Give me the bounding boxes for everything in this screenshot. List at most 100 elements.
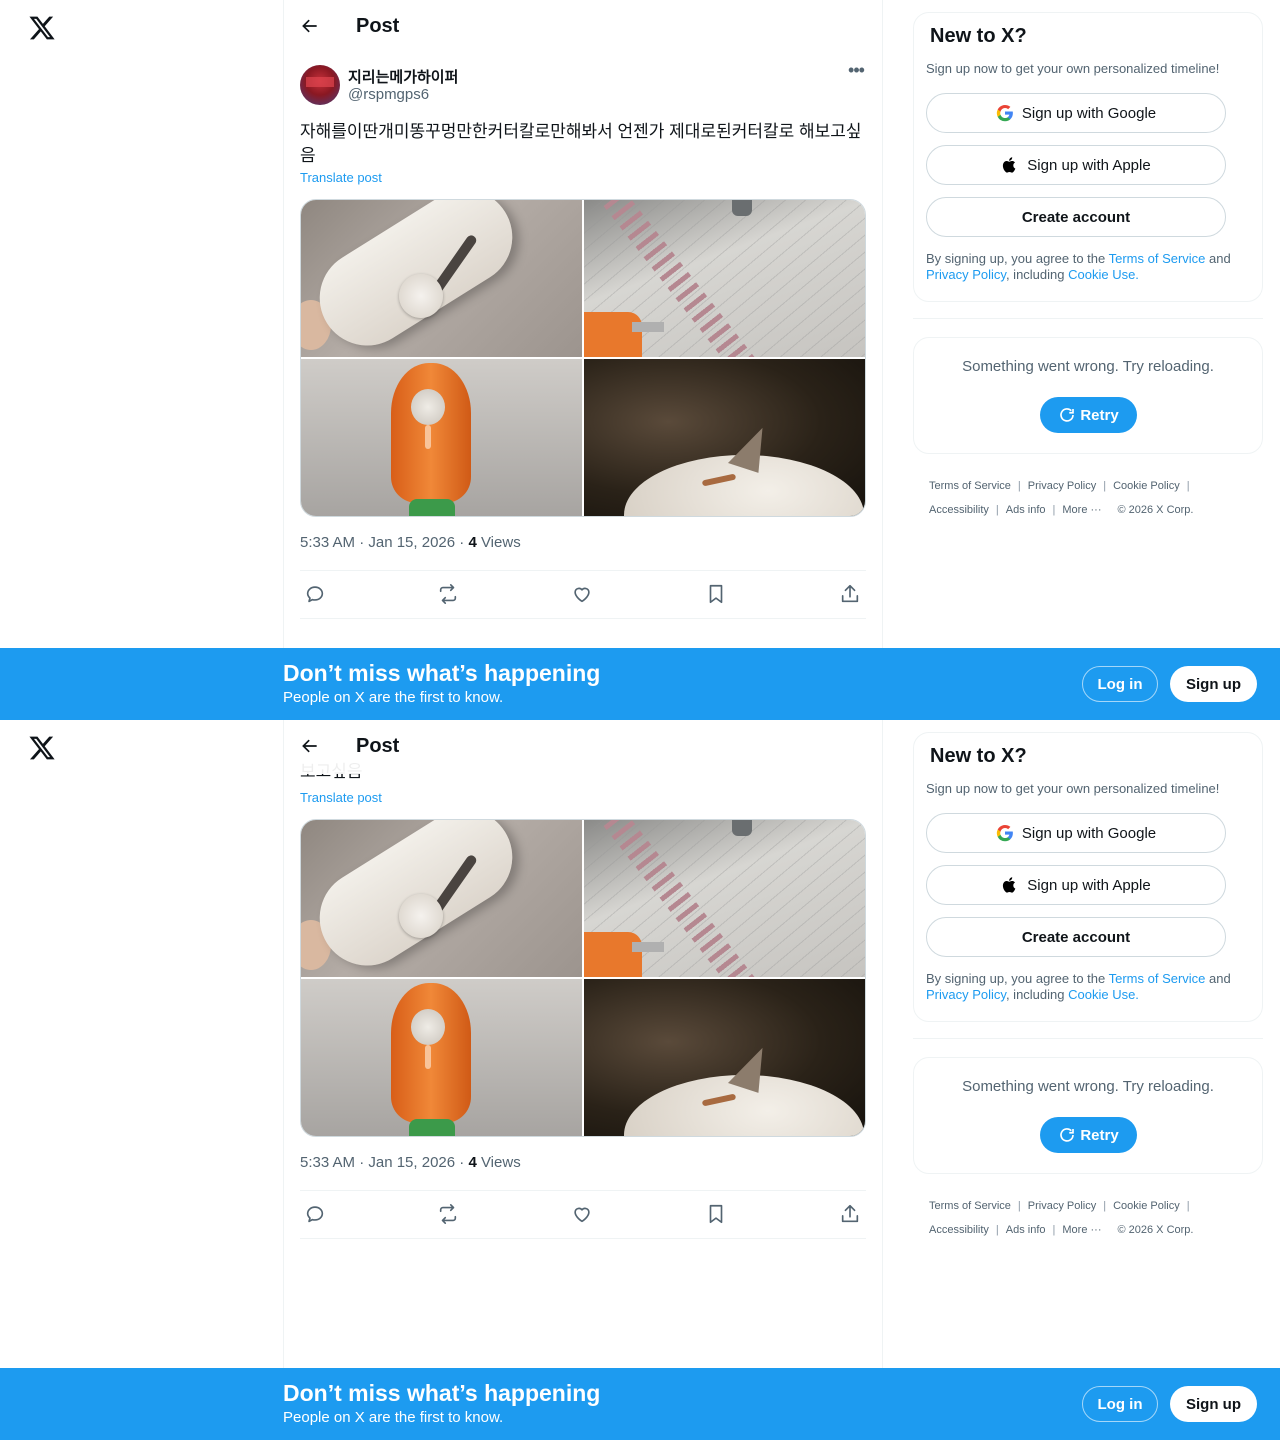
post-photo-1[interactable] (301, 820, 582, 977)
post-header: Post (284, 720, 882, 774)
banner-title: Don’t miss what’s happening (283, 1380, 601, 1406)
apple-icon (1001, 156, 1019, 174)
footer-terms[interactable]: Terms of Service (929, 480, 1011, 492)
refresh-icon (1060, 1128, 1075, 1142)
post-time[interactable]: 5:33 AM · Jan 15, 2026 · (300, 534, 468, 551)
reply-icon[interactable] (304, 1203, 326, 1225)
signup-subtitle: Sign up now to get your own personalized… (926, 781, 1220, 796)
retry-button[interactable]: Retry (1040, 1117, 1137, 1153)
reply-icon[interactable] (304, 583, 326, 605)
signup-card: New to X? Sign up now to get your own pe… (913, 12, 1263, 302)
google-icon (996, 104, 1014, 122)
post-photo-4[interactable] (584, 979, 865, 1136)
copyright: © 2026 X Corp. (1117, 504, 1194, 516)
author-handle[interactable]: @rspmgps6 (348, 86, 429, 103)
primary-column: Post 보고싶음 Translate post 5:33 AM · Jan (283, 720, 883, 1368)
footer-more[interactable]: More ··· (1062, 1224, 1101, 1236)
like-icon[interactable] (571, 583, 593, 605)
share-icon[interactable] (839, 1203, 861, 1225)
divider (300, 1238, 866, 1239)
more-horizontal-icon[interactable]: ••• (846, 61, 866, 84)
footer-privacy[interactable]: Privacy Policy (1028, 480, 1096, 492)
avatar[interactable] (300, 65, 340, 105)
login-button[interactable]: Log in (1082, 1386, 1158, 1422)
create-account-button[interactable]: Create account (926, 917, 1226, 957)
error-message: Something went wrong. Try reloading. (962, 358, 1214, 375)
legal-and: and (1205, 251, 1231, 266)
media-grid (300, 819, 866, 1137)
post-photo-2[interactable] (584, 820, 865, 977)
primary-column: Post 지리는메가하이퍼 @rspmgps6 ••• 자해를이딴개미똥꾸멍만한… (283, 0, 883, 720)
retry-label: Retry (1080, 1126, 1119, 1144)
legal-prefix: By signing up, you agree to the (926, 251, 1109, 266)
post-photo-2[interactable] (584, 200, 865, 357)
footer-accessibility[interactable]: Accessibility (929, 504, 989, 516)
footer-accessibility[interactable]: Accessibility (929, 1224, 989, 1236)
login-banner: Don’t miss what’s happening People on X … (0, 1368, 1280, 1440)
retry-label: Retry (1080, 406, 1119, 424)
footer-ads[interactable]: Ads info (1006, 1224, 1046, 1236)
apple-signup-button[interactable]: Sign up with Apple (926, 865, 1226, 905)
like-icon[interactable] (571, 1203, 593, 1225)
terms-link[interactable]: Terms of Service (1109, 251, 1206, 266)
banner-subtitle: People on X are the first to know. (283, 689, 504, 706)
signup-button[interactable]: Sign up (1170, 1386, 1257, 1422)
error-message: Something went wrong. Try reloading. (962, 1078, 1214, 1095)
signup-legal-text: By signing up, you agree to the Terms of… (926, 971, 1252, 1003)
bookmark-icon[interactable] (705, 583, 727, 605)
author-name[interactable]: 지리는메가하이퍼 (348, 66, 458, 87)
google-signup-label: Sign up with Google (1021, 824, 1157, 842)
bookmark-icon[interactable] (705, 1203, 727, 1225)
footer-links: Terms of Service | Privacy Policy | Cookie P… (929, 1200, 1194, 1236)
google-signup-button[interactable]: Sign up with Google (926, 93, 1226, 133)
privacy-link[interactable]: Privacy Policy (926, 987, 1006, 1002)
translate-post-link[interactable]: Translate post (300, 170, 382, 185)
post-timestamp: 5:33 AM · Jan 15, 2026 · 4 Views (300, 1154, 521, 1171)
share-icon[interactable] (839, 583, 861, 605)
arrow-left-icon[interactable] (300, 736, 322, 758)
legal-including: , including (1005, 267, 1069, 282)
post-time[interactable]: 5:33 AM · Jan 15, 2026 · (300, 1154, 468, 1171)
viewport-bottom: Post 보고싶음 Translate post 5:33 AM · Jan (0, 720, 1280, 1440)
legal-prefix: By signing up, you agree to the (926, 971, 1109, 986)
page-title: Post (356, 15, 400, 37)
footer-cookie[interactable]: Cookie Policy (1113, 1200, 1180, 1212)
apple-signup-label: Sign up with Apple (1027, 156, 1151, 174)
views-label: Views (476, 1154, 521, 1171)
post-photo-3[interactable] (301, 359, 582, 516)
signup-title: New to X? (930, 745, 1027, 767)
footer-more[interactable]: More ··· (1062, 504, 1101, 516)
banner-title: Don’t miss what’s happening (283, 660, 601, 686)
views-count: 4 (468, 1154, 477, 1171)
signup-legal-text: By signing up, you agree to the Terms of… (926, 251, 1252, 283)
footer-ads[interactable]: Ads info (1006, 504, 1046, 516)
footer-cookie[interactable]: Cookie Policy (1113, 480, 1180, 492)
post-photo-4[interactable] (584, 359, 865, 516)
footer-privacy[interactable]: Privacy Policy (1028, 1200, 1096, 1212)
retry-button[interactable]: Retry (1040, 397, 1137, 433)
privacy-link[interactable]: Privacy Policy (926, 267, 1006, 282)
x-logo-icon[interactable] (28, 14, 56, 42)
viewport-top: Post 지리는메가하이퍼 @rspmgps6 ••• 자해를이딴개미똥꾸멍만한… (0, 0, 1280, 720)
views-label: Views (476, 534, 521, 551)
signup-button[interactable]: Sign up (1170, 666, 1257, 702)
login-banner: Don’t miss what’s happening People on X … (0, 648, 1280, 720)
create-account-button[interactable]: Create account (926, 197, 1226, 237)
views-count: 4 (468, 534, 477, 551)
terms-link[interactable]: Terms of Service (1109, 971, 1206, 986)
footer-terms[interactable]: Terms of Service (929, 1200, 1011, 1212)
arrow-left-icon[interactable] (300, 16, 322, 38)
x-logo-icon[interactable] (28, 734, 56, 762)
login-button[interactable]: Log in (1082, 666, 1158, 702)
apple-signup-button[interactable]: Sign up with Apple (926, 145, 1226, 185)
google-signup-button[interactable]: Sign up with Google (926, 813, 1226, 853)
apple-icon (1001, 876, 1019, 894)
repost-icon[interactable] (437, 583, 459, 605)
cookie-link[interactable]: Cookie Use. (1068, 267, 1139, 282)
cookie-link[interactable]: Cookie Use. (1068, 987, 1139, 1002)
post-photo-3[interactable] (301, 979, 582, 1136)
translate-post-link[interactable]: Translate post (300, 790, 382, 805)
post-photo-1[interactable] (301, 200, 582, 357)
repost-icon[interactable] (437, 1203, 459, 1225)
legal-and: and (1205, 971, 1231, 986)
